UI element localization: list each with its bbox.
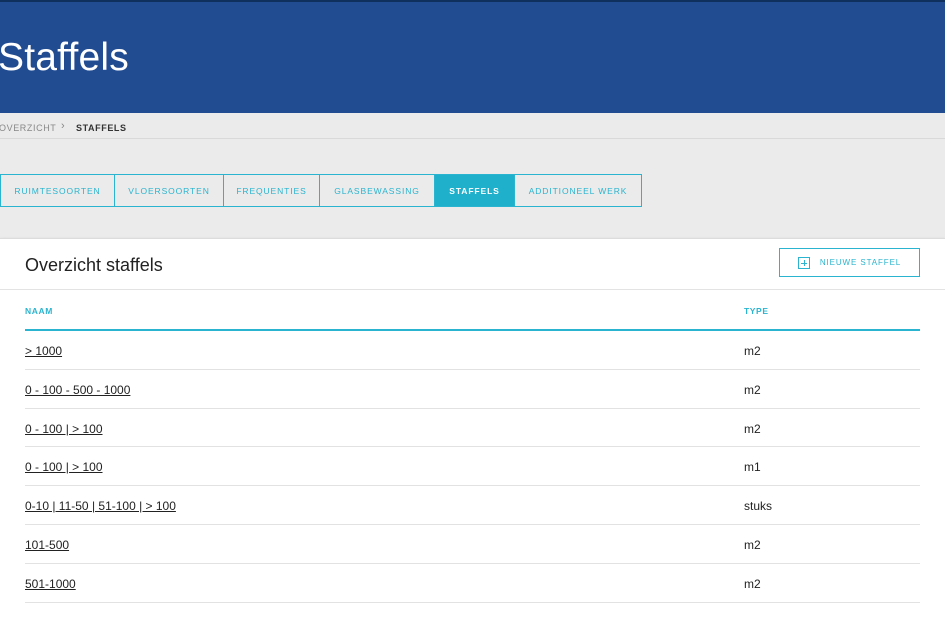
- staffel-name-link[interactable]: 101-500: [25, 538, 69, 552]
- tab-glasbewassing[interactable]: GLASBEWASSING: [319, 174, 435, 207]
- staffel-name-link[interactable]: 0 - 100 | > 100: [25, 460, 103, 474]
- staffel-type: m2: [744, 382, 761, 397]
- tab-vloersoorten[interactable]: VLOERSOORTEN: [114, 174, 224, 207]
- breadcrumb: OVERZICHT › STAFFELS: [0, 113, 945, 139]
- tab-bar: RUIMTESOORTEN VLOERSOORTEN FREQUENTIES G…: [0, 174, 642, 207]
- table-row: 501-1000 m2: [25, 564, 920, 603]
- staffels-card: Overzicht staffels NIEUWE STAFFEL NAAM T…: [0, 238, 945, 623]
- staffel-type: m2: [744, 344, 761, 358]
- table-row: 101-500 m2: [25, 525, 920, 564]
- page-title: Staffels: [0, 36, 129, 79]
- staffel-type: m2: [744, 537, 761, 552]
- staffel-name-link[interactable]: > 1000: [25, 344, 62, 358]
- staffel-type: m2: [744, 576, 761, 591]
- staffels-table: NAAM TYPE > 1000 m2 0 - 100 - 500 - 1000…: [25, 290, 920, 603]
- staffel-type: m2: [744, 421, 761, 436]
- breadcrumb-current: STAFFELS: [76, 123, 127, 133]
- card-title: Overzicht staffels: [25, 255, 163, 275]
- table-row: 0 - 100 | > 100 m1: [25, 447, 920, 487]
- new-staffel-button[interactable]: NIEUWE STAFFEL: [779, 248, 920, 277]
- staffel-name-link[interactable]: 501-1000: [25, 577, 76, 591]
- tab-ruimtesoorten[interactable]: RUIMTESOORTEN: [0, 174, 115, 207]
- table-row: > 1000 m2: [25, 331, 920, 370]
- new-staffel-button-label: NIEUWE STAFFEL: [819, 258, 902, 267]
- card-header: Overzicht staffels NIEUWE STAFFEL: [0, 239, 945, 290]
- staffel-name-link[interactable]: 0 - 100 | > 100: [25, 422, 103, 436]
- plus-icon: [797, 256, 810, 269]
- table-row: 0 - 100 | > 100 m2: [25, 409, 920, 448]
- staffel-name-link[interactable]: 0 - 100 - 500 - 1000: [25, 383, 130, 397]
- table-row: 0 - 100 - 500 - 1000 m2: [25, 370, 920, 409]
- table-header: NAAM TYPE: [25, 290, 920, 331]
- column-header-type[interactable]: TYPE: [744, 306, 769, 316]
- tab-additioneel-werk[interactable]: ADDITIONEEL WERK: [514, 174, 642, 207]
- chevron-right-icon: ›: [61, 120, 66, 132]
- staffel-type: stuks: [744, 499, 773, 514]
- tab-frequenties[interactable]: FREQUENTIES: [223, 174, 320, 207]
- column-header-naam[interactable]: NAAM: [25, 306, 53, 316]
- table-row: 0-10 | 11-50 | 51-100 | > 100 stuks: [25, 486, 920, 525]
- staffel-type: m1: [744, 460, 761, 475]
- page-header: Staffels: [0, 2, 945, 113]
- tab-staffels[interactable]: STAFFELS: [434, 174, 515, 207]
- staffel-name-link[interactable]: 0-10 | 11-50 | 51-100 | > 100: [25, 499, 176, 513]
- breadcrumb-overzicht-link[interactable]: OVERZICHT: [0, 123, 56, 133]
